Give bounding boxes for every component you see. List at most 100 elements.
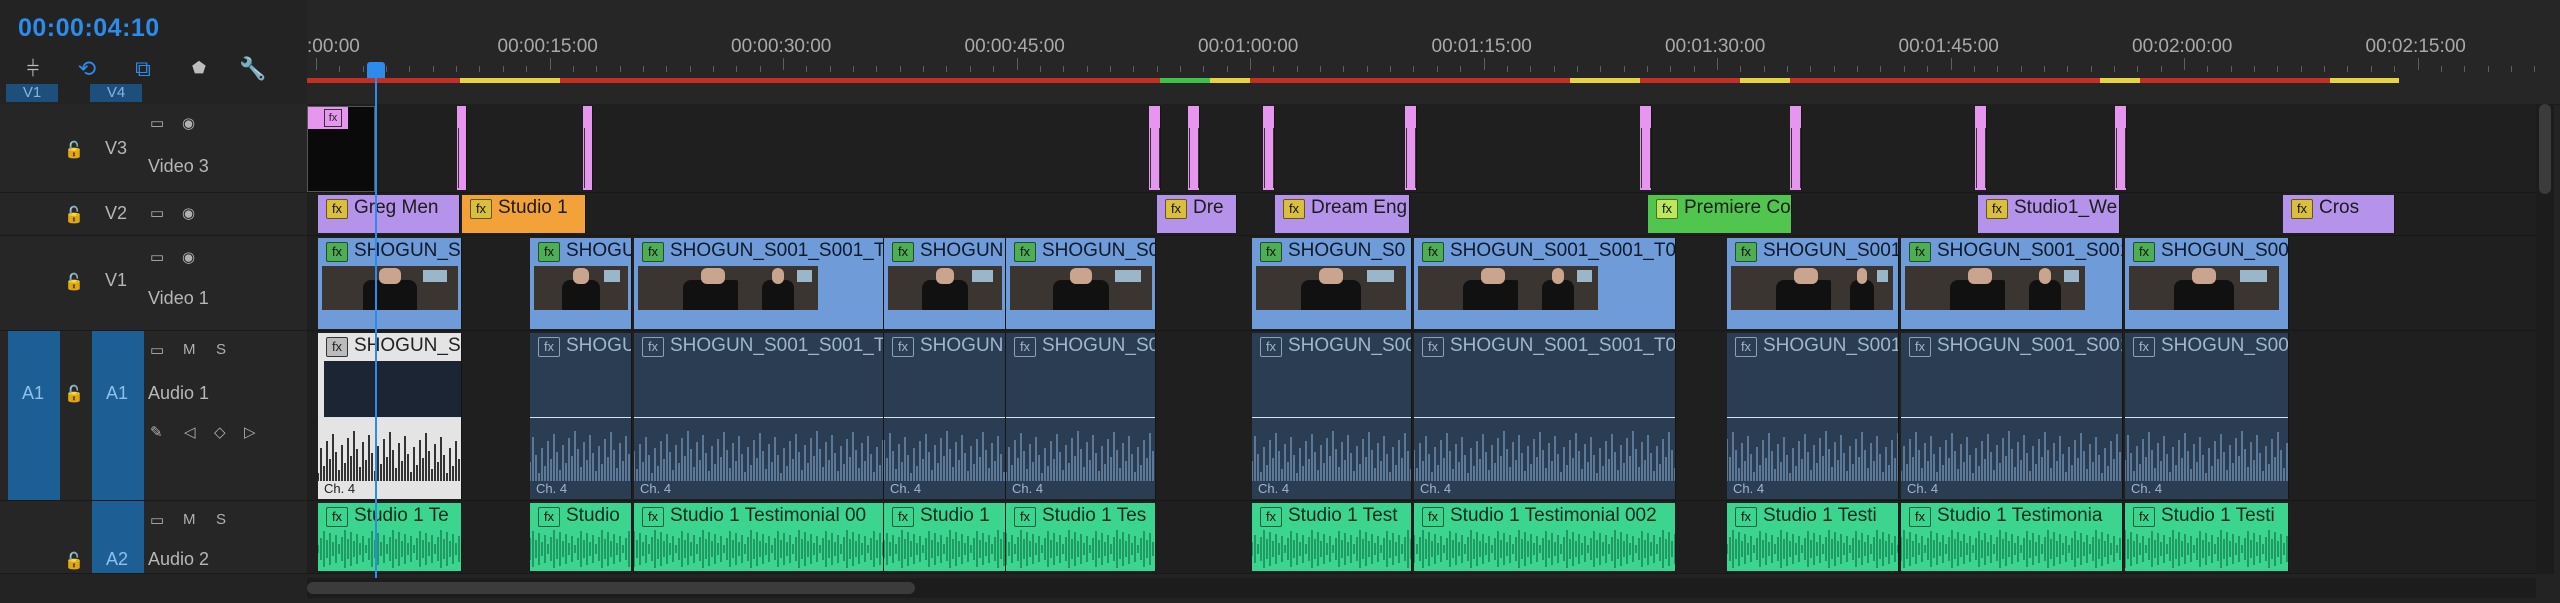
- a1-audio-clip[interactable]: fx SHOGUN_S00 Ch. 4: [2125, 333, 2289, 499]
- thumbnail-shirt: [1776, 280, 1836, 310]
- audio-waveform: [1414, 530, 1675, 568]
- fx-badge: fx: [1422, 337, 1444, 357]
- fx-badge: fx: [1735, 507, 1757, 527]
- render-bar-segment: [2330, 78, 2399, 83]
- scrollbar-thumb[interactable]: [307, 582, 915, 594]
- thumbnail-screen: [422, 270, 448, 282]
- a1-audio-clip[interactable]: fx SHOGUN Ch. 4: [884, 333, 1006, 499]
- a1-audio-clip[interactable]: fx SHOGUN_S001_S001 Ch. 4: [1901, 333, 2123, 499]
- v3-transition-marker[interactable]: [1790, 106, 1802, 190]
- v2-title-clip[interactable]: fx Premiere Co: [1648, 195, 1792, 233]
- v1-video-clip[interactable]: fx SHOGUN_S0: [1006, 238, 1156, 329]
- v3-transition-marker[interactable]: [457, 106, 467, 190]
- volume-line[interactable]: [1901, 417, 2122, 418]
- transition-handle: [1976, 128, 1986, 188]
- vertical-scrollbar[interactable]: [2536, 104, 2554, 574]
- a2-audio-clip[interactable]: fx Studio 1: [884, 503, 1006, 571]
- waveform-path: [1727, 431, 1898, 481]
- a1-audio-clip[interactable]: fx SHOGUN_S00 Ch. 4: [1252, 333, 1412, 499]
- transition-handle: [584, 128, 592, 188]
- v1-video-clip[interactable]: fx SHOGUN: [884, 238, 1006, 329]
- v3-transition-marker[interactable]: [1263, 106, 1275, 190]
- a2-audio-clip[interactable]: fx Studio: [530, 503, 632, 571]
- v3-transition-marker[interactable]: [1640, 106, 1652, 190]
- a2-audio-clip[interactable]: fx Studio 1 Te: [318, 503, 462, 571]
- a1-audio-clip[interactable]: fx SHOGUN_S001_S001_T Ch. 4: [634, 333, 884, 499]
- waveform-path: [530, 530, 630, 568]
- waveform-path: [884, 530, 1005, 568]
- thumbnail-screen: [1115, 270, 1141, 282]
- v2-title-clip[interactable]: fx Studio 1: [462, 195, 586, 233]
- v3-transition-marker[interactable]: [1975, 106, 1987, 190]
- volume-line[interactable]: [1006, 417, 1155, 418]
- render-bar-segment: [1160, 78, 1210, 83]
- v2-title-clip[interactable]: fx Greg Men: [318, 195, 456, 233]
- thumbnail-face: [1551, 268, 1565, 284]
- v1-video-clip[interactable]: fx SHOGU: [530, 238, 632, 329]
- clip-layer: fx Greg Men fx Studio 1 fx Dre fx Dream Eng fx Pr…: [0, 0, 2560, 603]
- thumbnail-face: [2038, 268, 2052, 284]
- v1-video-clip[interactable]: fx SHOGUN_S0: [1252, 238, 1412, 329]
- a1-audio-clip[interactable]: fx SHOGUN_SO Ch. 4: [318, 333, 462, 499]
- thumbnail-screen: [1367, 270, 1394, 282]
- v2-title-clip[interactable]: fx Studio1_We: [1978, 195, 2120, 233]
- a2-audio-clip[interactable]: fx Studio 1 Testi: [1727, 503, 1899, 571]
- v1-video-clip[interactable]: fx SHOGUN_S001_S001_T: [634, 238, 884, 329]
- waveform-path: [1252, 431, 1411, 481]
- volume-line[interactable]: [2125, 417, 2288, 418]
- volume-line[interactable]: [884, 417, 1005, 418]
- volume-line[interactable]: [1727, 417, 1898, 418]
- audio-dark-region: [324, 361, 461, 417]
- a2-audio-clip[interactable]: fx Studio 1 Test: [1252, 503, 1412, 571]
- clip-label: Premiere Co: [1684, 197, 1791, 218]
- v2-title-clip[interactable]: fx Dre: [1157, 195, 1237, 233]
- fx-badge: fx: [642, 337, 664, 357]
- v3-transition-marker[interactable]: [1188, 106, 1200, 190]
- playhead-handle[interactable]: [367, 62, 385, 78]
- audio-waveform: [1901, 431, 2121, 481]
- v3-transition-marker[interactable]: [583, 106, 593, 190]
- a1-audio-clip[interactable]: fx SHOGU Ch. 4: [530, 333, 632, 499]
- a1-audio-clip[interactable]: fx SHOGUN_S001_S001_T09 Ch. 4: [1414, 333, 1676, 499]
- clip-thumbnail: [534, 266, 628, 310]
- audio-waveform: [318, 431, 460, 481]
- a2-audio-clip[interactable]: fx Studio 1 Tes: [1006, 503, 1156, 571]
- a1-audio-clip[interactable]: fx SHOGUN_S0 Ch. 4: [1006, 333, 1156, 499]
- thumbnail-shirt: [683, 280, 743, 310]
- volume-line[interactable]: [1414, 417, 1675, 418]
- v3-transition-marker[interactable]: [1149, 106, 1161, 190]
- fx-badge: fx: [1260, 242, 1282, 262]
- playhead-line[interactable]: [375, 78, 377, 578]
- audio-waveform: [1252, 431, 1411, 481]
- v1-video-clip[interactable]: fx SHOGUN_S00: [2125, 238, 2289, 329]
- v1-video-clip[interactable]: fx SHOGUN_S001_S001: [1901, 238, 2123, 329]
- v1-video-clip[interactable]: fx SHOGUN_S001_S001_T09: [1414, 238, 1676, 329]
- v3-transition-marker[interactable]: [1405, 106, 1417, 190]
- a1-audio-clip[interactable]: fx SHOGUN_S001 Ch. 4: [1727, 333, 1899, 499]
- fx-badge: fx: [1283, 199, 1305, 219]
- channel-label: Ch. 4: [1420, 481, 1452, 496]
- thumbnail-shirt: [362, 280, 418, 310]
- v1-video-clip[interactable]: fx SHOGUN_SO: [318, 238, 462, 329]
- waveform-path: [318, 431, 460, 481]
- v3-transition-marker[interactable]: [2115, 106, 2127, 190]
- a2-audio-clip[interactable]: fx Studio 1 Testimonial 00: [634, 503, 884, 571]
- audio-waveform: [634, 530, 883, 568]
- clip-label: Studio: [566, 505, 620, 526]
- volume-line[interactable]: [634, 417, 883, 418]
- a2-audio-clip[interactable]: fx Studio 1 Testi: [2125, 503, 2289, 571]
- volume-line[interactable]: [318, 417, 461, 418]
- v2-title-clip[interactable]: fx Cros: [2283, 195, 2395, 233]
- clip-label: Studio 1 Te: [354, 505, 449, 526]
- v2-title-clip-trim[interactable]: [438, 195, 460, 233]
- vertical-scrollbar-thumb[interactable]: [2539, 104, 2551, 194]
- a2-audio-clip[interactable]: fx Studio 1 Testimonia: [1901, 503, 2123, 571]
- v2-title-clip[interactable]: fx Dream Eng: [1275, 195, 1410, 233]
- thumbnail-shirt: [562, 280, 600, 310]
- volume-line[interactable]: [1252, 417, 1411, 418]
- thumbnail-screen: [1876, 270, 1889, 282]
- horizontal-scrollbar[interactable]: [307, 578, 2536, 598]
- volume-line[interactable]: [530, 417, 631, 418]
- a2-audio-clip[interactable]: fx Studio 1 Testimonial 002: [1414, 503, 1676, 571]
- v1-video-clip[interactable]: fx SHOGUN_S001: [1727, 238, 1899, 329]
